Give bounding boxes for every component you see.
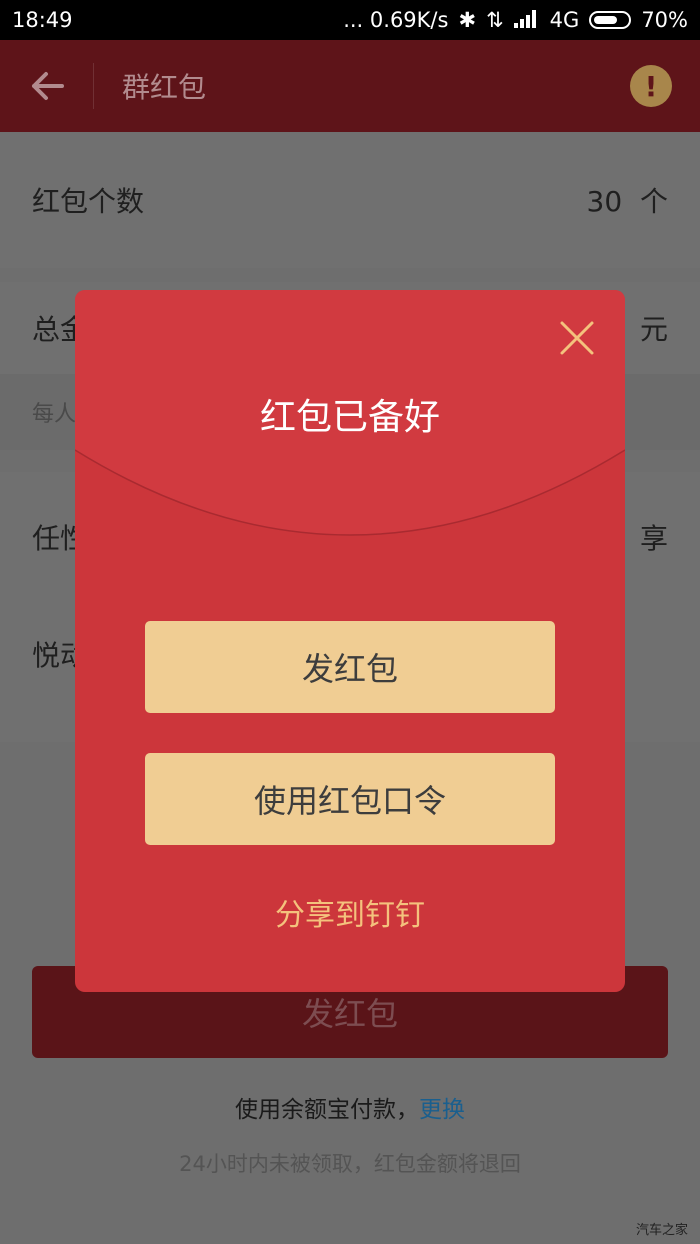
data-transfer-icon: ⇅ bbox=[486, 8, 504, 32]
battery-percent: 70% bbox=[641, 8, 688, 32]
network-speed: ... 0.69K/s bbox=[343, 8, 449, 32]
bluetooth-icon: ✱ bbox=[458, 8, 477, 32]
count-value-group: 30 个 bbox=[587, 180, 668, 220]
refund-note: 24小时内未被领取，红包金额将退回 bbox=[179, 1152, 521, 1176]
status-bar: 18:49 ... 0.69K/s ✱ ⇅ 4G 70% bbox=[0, 0, 700, 40]
battery-fill bbox=[594, 16, 617, 24]
page-title: 群红包 bbox=[122, 71, 207, 104]
app-bar: 群红包 ! bbox=[0, 40, 700, 132]
status-icons: ... 0.69K/s ✱ ⇅ 4G 70% bbox=[343, 8, 688, 33]
network-type: 4G bbox=[549, 8, 580, 32]
back-button[interactable] bbox=[0, 63, 94, 109]
random-right: 享 bbox=[639, 522, 668, 555]
battery-icon bbox=[589, 11, 632, 29]
back-arrow-icon bbox=[31, 72, 64, 100]
share-to-dingtalk-link[interactable]: 分享到钉钉 bbox=[75, 890, 625, 934]
modal-title: 红包已备好 bbox=[259, 397, 440, 438]
count-unit: 个 bbox=[639, 185, 668, 218]
total-unit: 元 bbox=[639, 313, 668, 346]
close-icon[interactable] bbox=[557, 318, 597, 358]
count-value[interactable]: 30 bbox=[587, 185, 623, 218]
payment-method: 使用余额宝付款，更换 bbox=[0, 1090, 700, 1124]
count-label: 红包个数 bbox=[32, 185, 145, 218]
signal-icon bbox=[513, 8, 540, 33]
change-payment-link[interactable]: 更换 bbox=[419, 1097, 465, 1123]
use-code-button[interactable]: 使用红包口令 bbox=[145, 753, 555, 845]
watermark: 汽车之家 bbox=[635, 1223, 688, 1238]
modal-send-button[interactable]: 发红包 bbox=[145, 621, 555, 713]
status-time: 18:49 bbox=[12, 8, 73, 32]
alert-icon[interactable]: ! bbox=[630, 65, 672, 107]
red-packet-modal: 红包已备好 发红包 使用红包口令 分享到钉钉 bbox=[75, 290, 625, 992]
payment-prefix: 使用余额宝付款， bbox=[235, 1097, 419, 1123]
count-row[interactable]: 红包个数 30 个 bbox=[0, 132, 700, 268]
